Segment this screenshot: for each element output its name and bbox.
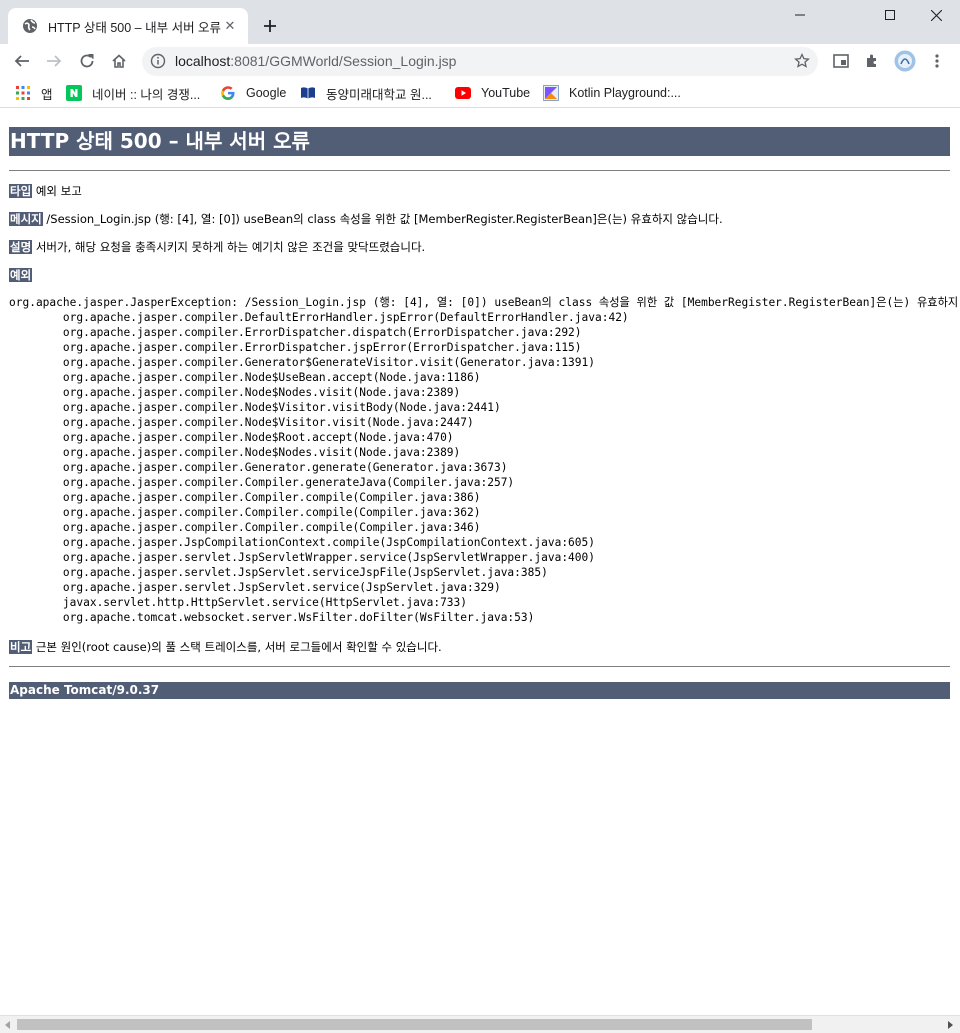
bookmark-label: Google (246, 86, 287, 100)
apps-grid-icon (15, 85, 31, 101)
server-version-footer: Apache Tomcat/9.0.37 (9, 682, 950, 699)
bookmark-label: 네이버 :: 나의 경쟁... (92, 87, 201, 102)
type-row: 타입 예외 보고 (9, 183, 82, 199)
type-label: 타입 (9, 184, 33, 198)
scrollbar-thumb[interactable] (17, 1019, 812, 1030)
bookmark-label: YouTube (481, 86, 531, 100)
scroll-right-arrow-icon[interactable] (944, 1019, 956, 1031)
bookmark-youtube[interactable]: YouTube (455, 84, 530, 102)
page-content: HTTP 상태 500 – 내부 서버 오류 타입 예외 보고 메시지 /Ses… (0, 109, 960, 1015)
browser-tab[interactable]: HTTP 상태 500 – 내부 서버 오류 ✕ (8, 8, 248, 44)
bookmark-apps[interactable]: 앱 (15, 84, 53, 102)
globe-icon (22, 18, 38, 34)
url-path: :8081/GGMWorld/Session_Login.jsp (230, 53, 457, 69)
back-button[interactable] (9, 48, 35, 74)
picture-in-picture-icon[interactable] (828, 48, 854, 74)
browser-toolbar: localhost:8081/GGMWorld/Session_Login.js… (0, 44, 960, 78)
extensions-puzzle-icon[interactable] (860, 48, 886, 74)
type-value: 예외 보고 (35, 184, 82, 198)
note-label: 비고 (9, 640, 33, 654)
bookmark-star-icon[interactable] (794, 52, 810, 69)
profile-avatar[interactable] (892, 48, 918, 74)
bookmarks-bar: 앱 네이버 :: 나의 경쟁... Google 동양미래대학교 원... Yo… (0, 78, 960, 108)
maximize-window-button[interactable] (867, 0, 913, 30)
url-host: localhost (175, 53, 231, 69)
bookmark-google[interactable]: Google (220, 84, 286, 102)
stack-trace: org.apache.jasper.JasperException: /Sess… (9, 296, 959, 624)
page-title: HTTP 상태 500 – 내부 서버 오류 (9, 127, 950, 156)
message-row: 메시지 /Session_Login.jsp (행: [4], 열: [0]) … (9, 211, 723, 227)
more-menu-icon[interactable] (924, 48, 950, 74)
kotlin-icon (543, 85, 559, 101)
exception-label: 예외 (9, 268, 33, 282)
naver-icon (66, 85, 82, 101)
divider (9, 666, 950, 667)
description-label: 설명 (9, 240, 33, 254)
divider (9, 170, 950, 171)
bookmark-label: 앱 (41, 87, 53, 102)
scroll-left-arrow-icon[interactable] (2, 1019, 14, 1031)
book-icon (300, 85, 316, 101)
message-value: /Session_Login.jsp (행: [4], 열: [0]) useB… (46, 212, 723, 226)
horizontal-scrollbar[interactable] (0, 1015, 960, 1033)
exception-row: 예외 (9, 267, 33, 283)
address-bar[interactable]: localhost:8081/GGMWorld/Session_Login.js… (142, 47, 818, 76)
bookmark-kotlin[interactable]: Kotlin Playground:... (543, 84, 681, 102)
bookmark-dongyang[interactable]: 동양미래대학교 원... (300, 84, 432, 102)
note-row: 비고 근본 원인(root cause)의 풀 스택 트레이스를, 서버 로그들… (9, 639, 442, 655)
description-row: 설명 서버가, 해당 요청을 충족시키지 못하게 하는 예기치 않은 조건을 맞… (9, 239, 425, 255)
google-icon (220, 85, 236, 101)
url-text: localhost:8081/GGMWorld/Session_Login.js… (175, 53, 456, 69)
forward-button[interactable] (41, 48, 67, 74)
tab-title: HTTP 상태 500 – 내부 서버 오류 (48, 20, 222, 35)
close-window-button[interactable] (913, 0, 959, 30)
note-value: 근본 원인(root cause)의 풀 스택 트레이스를, 서버 로그들에서 … (35, 640, 442, 654)
youtube-icon (455, 85, 471, 101)
browser-titlebar: HTTP 상태 500 – 내부 서버 오류 ✕ (0, 0, 960, 44)
new-tab-button[interactable] (258, 14, 282, 38)
home-button[interactable] (106, 48, 132, 74)
close-tab-icon[interactable]: ✕ (222, 18, 238, 34)
message-label: 메시지 (9, 212, 43, 226)
site-info-icon[interactable] (150, 53, 166, 69)
bookmark-label: 동양미래대학교 원... (326, 87, 432, 102)
reload-button[interactable] (74, 48, 100, 74)
minimize-window-button[interactable] (777, 0, 823, 30)
description-value: 서버가, 해당 요청을 충족시키지 못하게 하는 예기치 않은 조건을 맞닥뜨렸… (35, 240, 426, 254)
bookmark-label: Kotlin Playground:... (569, 86, 681, 100)
bookmark-naver[interactable]: 네이버 :: 나의 경쟁... (66, 84, 200, 102)
